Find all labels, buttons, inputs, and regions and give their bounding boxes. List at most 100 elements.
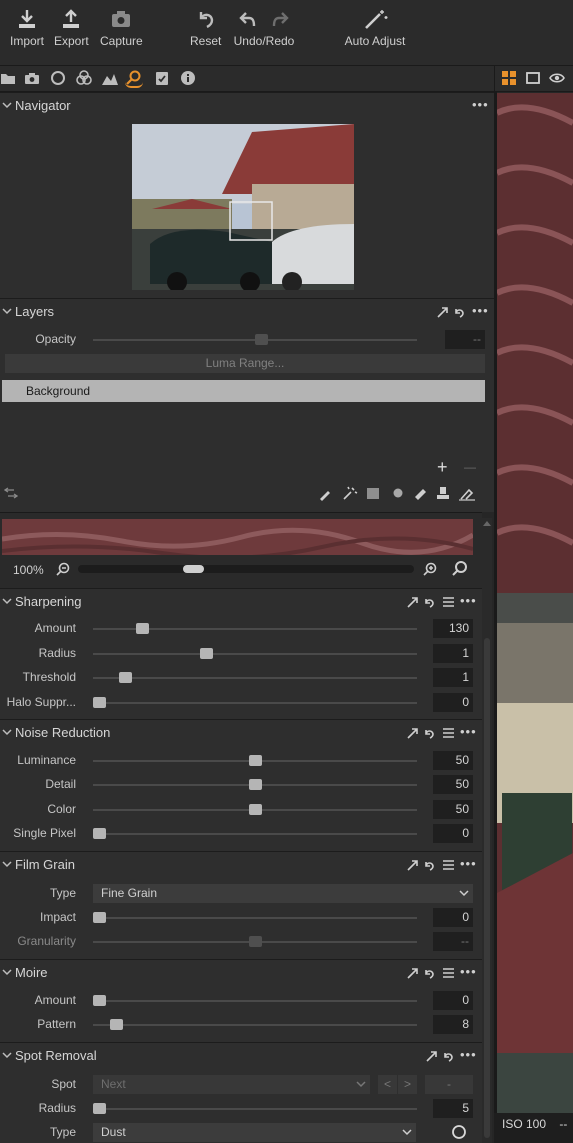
slider-handle[interactable] [200, 647, 214, 659]
scroll-up-icon[interactable] [483, 520, 491, 526]
slider-handle[interactable] [93, 827, 107, 839]
layer-options-icon[interactable] [4, 487, 18, 499]
slider-track[interactable] [93, 803, 417, 815]
layer-tools-icons[interactable] [318, 485, 482, 501]
layer-item-background[interactable]: Background [2, 380, 485, 402]
slider-value[interactable]: 1 [433, 643, 473, 663]
slider-handle[interactable] [93, 995, 107, 1006]
slider-handle[interactable] [249, 936, 262, 947]
slider-track[interactable] [93, 623, 417, 634]
more-icon[interactable]: ••• [460, 964, 477, 979]
reset-button[interactable]: Reset [190, 8, 221, 48]
slider-value[interactable]: 50 [433, 751, 473, 770]
zoom-in-icon[interactable] [423, 562, 437, 576]
magnifier-icon[interactable] [452, 561, 468, 577]
single-view-icon[interactable] [526, 71, 540, 85]
slider-track[interactable] [93, 995, 417, 1006]
zoom-slider[interactable] [78, 565, 414, 573]
more-icon[interactable]: ••• [460, 593, 477, 608]
slider-track[interactable] [93, 755, 417, 766]
slider-handle[interactable] [183, 565, 204, 573]
slider-value[interactable]: 0 [433, 823, 473, 843]
more-icon[interactable]: ••• [460, 1047, 477, 1062]
slider-value[interactable]: 8 [433, 1015, 473, 1034]
more-icon[interactable]: ••• [460, 724, 477, 739]
zoom-out-icon[interactable] [56, 562, 70, 576]
tab-lens[interactable] [50, 70, 68, 88]
eye-icon[interactable] [549, 71, 565, 85]
slider-track[interactable] [93, 696, 417, 708]
slider-handle[interactable] [249, 779, 262, 791]
panel-tools-icon[interactable] [425, 1049, 457, 1063]
add-layer-button[interactable]: + [437, 457, 448, 478]
tab-details[interactable] [125, 70, 143, 88]
slider-handle[interactable] [135, 623, 149, 634]
panel-tools-icon[interactable] [406, 595, 456, 609]
more-icon[interactable]: ••• [472, 303, 489, 318]
opacity-value[interactable]: -- [445, 330, 485, 349]
slider-value[interactable]: 0 [433, 991, 473, 1010]
slider-handle[interactable] [93, 912, 107, 923]
tab-color[interactable] [75, 70, 93, 88]
next-spot-button[interactable]: > [398, 1075, 417, 1094]
scroll-thumb[interactable] [484, 638, 490, 1138]
navigator-thumbnail[interactable] [132, 124, 354, 290]
slider-track[interactable] [93, 672, 417, 683]
slider-handle[interactable] [109, 1019, 123, 1030]
chevron-down-icon[interactable] [2, 967, 12, 977]
prev-spot-button[interactable]: < [378, 1075, 397, 1094]
slider-handle[interactable] [93, 1103, 107, 1114]
tab-library[interactable] [0, 70, 18, 88]
slider-handle[interactable] [119, 672, 133, 683]
tab-metadata[interactable] [180, 70, 198, 88]
spot-cursor-icon[interactable] [451, 1124, 467, 1140]
chevron-down-icon[interactable] [2, 859, 12, 869]
slider-value[interactable]: 50 [433, 775, 473, 795]
slider-value[interactable]: 130 [433, 619, 473, 638]
tab-adjustments[interactable] [154, 70, 172, 88]
slider-track[interactable] [93, 936, 417, 947]
slider-value[interactable]: -- [433, 932, 473, 951]
capture-button[interactable]: Capture [100, 8, 143, 48]
delete-spot-button[interactable]: - [425, 1075, 473, 1094]
chevron-down-icon[interactable] [2, 727, 12, 737]
radius-slider[interactable] [93, 1103, 417, 1114]
radius-value[interactable]: 5 [433, 1099, 473, 1118]
more-icon[interactable]: ••• [460, 856, 477, 871]
more-icon[interactable]: ••• [472, 97, 489, 112]
undo-redo-button[interactable]: Undo/Redo [233, 8, 295, 48]
detail-preview[interactable] [2, 519, 473, 555]
luma-range-button[interactable]: Luma Range... [5, 354, 485, 373]
slider-track[interactable] [93, 647, 417, 659]
tab-exposure[interactable] [101, 70, 119, 88]
slider-value[interactable]: 50 [433, 799, 473, 819]
panel-tools-icon[interactable] [406, 726, 456, 740]
chevron-down-icon[interactable] [2, 596, 12, 606]
film-grain-type-select[interactable]: Fine Grain [93, 884, 473, 903]
panel-tools-icon[interactable] [436, 305, 468, 319]
chevron-down-icon[interactable] [2, 306, 12, 316]
import-button[interactable]: Import [10, 8, 44, 48]
slider-value[interactable]: 0 [433, 692, 473, 712]
panel-tools-icon[interactable] [406, 966, 456, 980]
slider-track[interactable] [93, 1019, 417, 1030]
auto-adjust-button[interactable]: Auto Adjust [342, 8, 408, 48]
slider-track[interactable] [93, 912, 417, 923]
spot-type-select[interactable]: Dust [93, 1123, 416, 1142]
export-button[interactable]: Export [54, 8, 89, 48]
slider-track[interactable] [93, 779, 417, 791]
chevron-down-icon[interactable] [2, 100, 12, 110]
slider-handle[interactable] [249, 803, 262, 815]
slider-handle[interactable] [93, 696, 107, 708]
tab-capture[interactable] [24, 70, 42, 88]
panel-scrollbar[interactable] [482, 518, 492, 1143]
slider-track[interactable] [93, 827, 417, 839]
chevron-down-icon[interactable] [2, 1050, 12, 1060]
slider-handle[interactable] [255, 334, 269, 345]
slider-value[interactable]: 0 [433, 908, 473, 927]
slider-handle[interactable] [249, 755, 262, 766]
slider-value[interactable]: 1 [433, 668, 473, 687]
spot-select[interactable]: Next [93, 1075, 370, 1094]
remove-layer-button[interactable]: — [464, 460, 476, 474]
grid-view-icon[interactable] [502, 71, 516, 85]
